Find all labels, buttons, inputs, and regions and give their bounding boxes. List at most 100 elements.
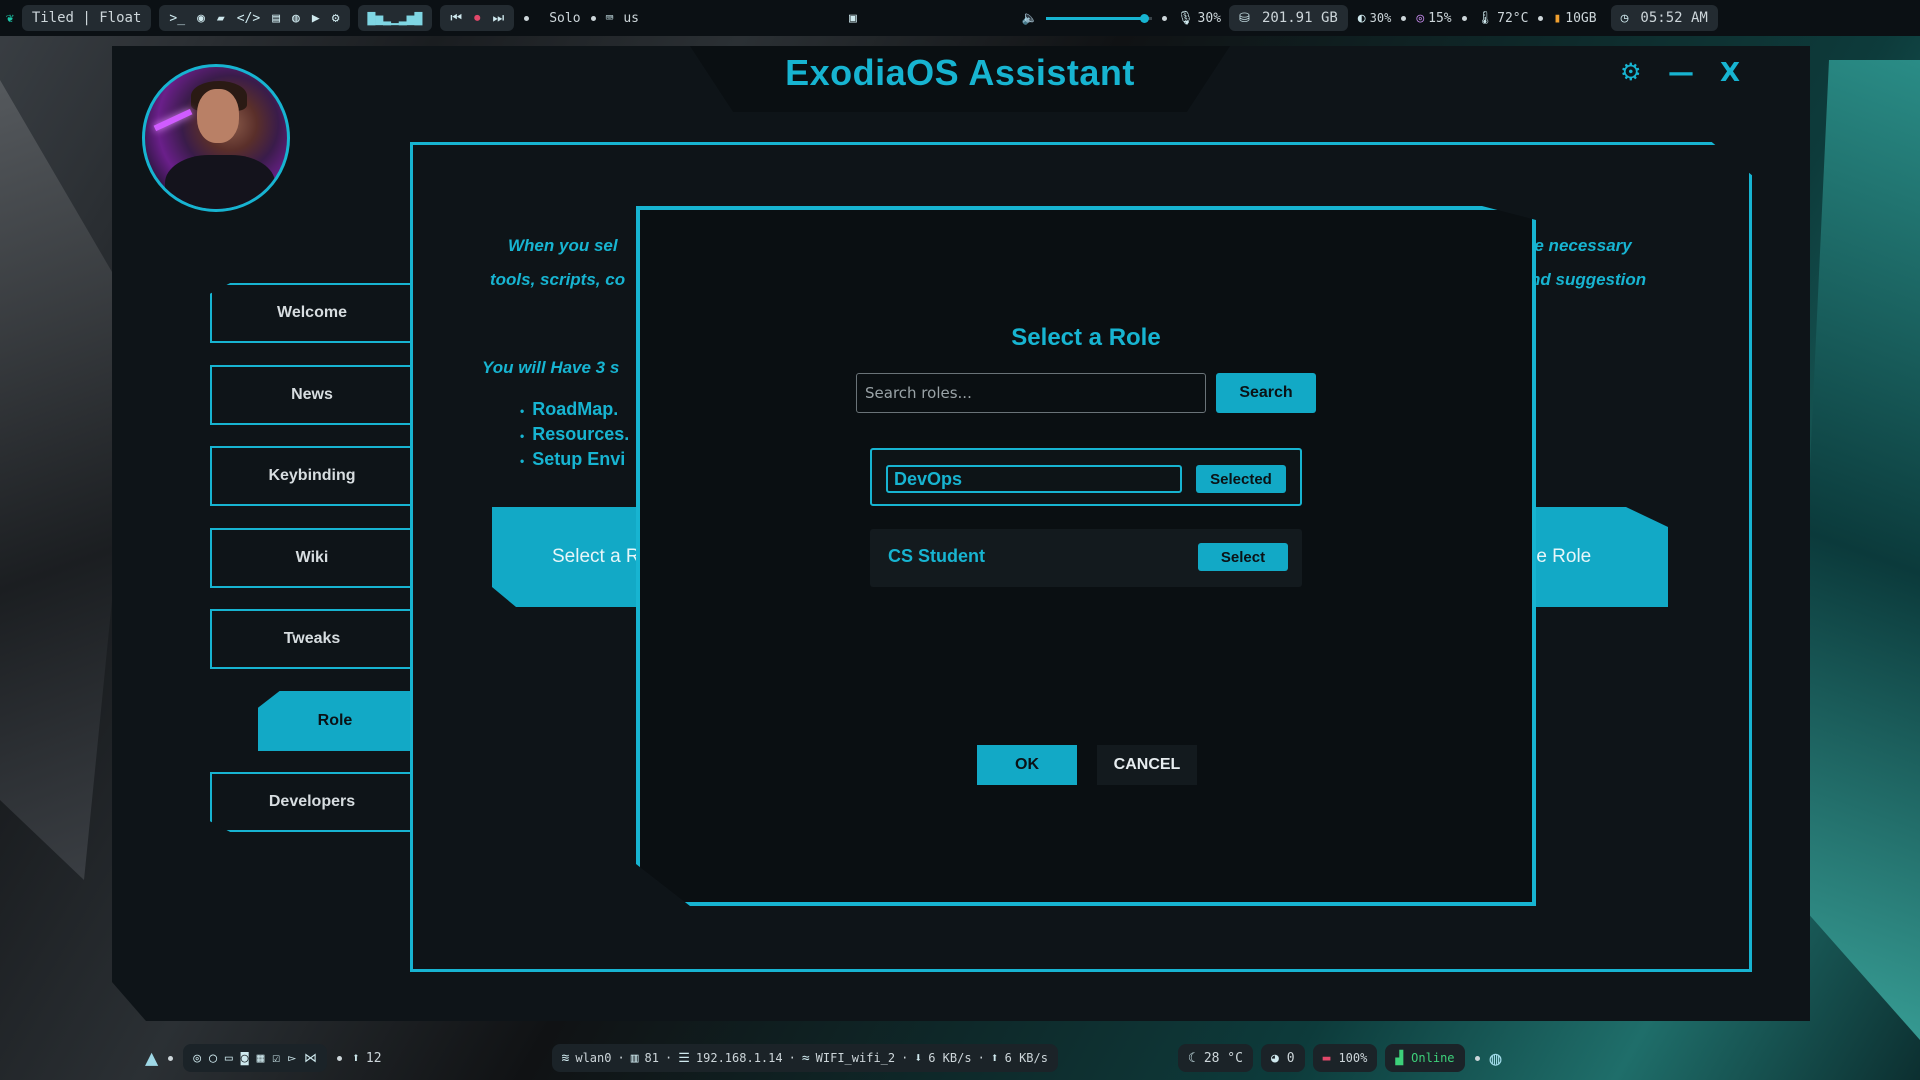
nav-label: Role [317, 712, 353, 729]
volume-slider-fill [1046, 16, 1144, 20]
layout-toggle[interactable]: Tiled | Float [21, 5, 152, 31]
palette-icon[interactable]: ◍ [1490, 1046, 1502, 1070]
weather-value: 28 °C [1203, 1050, 1243, 1066]
wifi-icon: ≋ [561, 1050, 570, 1066]
github-widget[interactable]: ◕ 0 [1260, 1044, 1305, 1072]
nav-label: News [291, 386, 333, 403]
nav-item-welcome[interactable]: Welcome [210, 283, 412, 343]
terminal-icon[interactable]: ▻ [288, 1051, 296, 1066]
have-text: You will Have 3 s [482, 358, 620, 377]
chrome-icon[interactable]: ◎ [193, 1051, 201, 1066]
code-icon[interactable]: </> [237, 11, 260, 26]
role-item-cs-student[interactable]: CS Student Select [870, 529, 1302, 587]
nav-item-keybinding[interactable]: Keybinding [210, 446, 412, 506]
intro-text-line2-right: nd suggestion [1530, 270, 1647, 289]
chat-icon[interactable]: ◍ [292, 11, 300, 26]
window-title: ExodiaOS Assistant [785, 52, 1135, 93]
book-icon[interactable]: ▤ [272, 11, 280, 26]
minimize-button[interactable]: — [1668, 58, 1694, 88]
github-icon: ◕ [1270, 1050, 1279, 1066]
arch-logo-icon[interactable]: ▲ [145, 1046, 158, 1071]
close-button[interactable]: X [1720, 58, 1740, 88]
nav-item-developers[interactable]: Developers [210, 772, 412, 832]
separator-dot [524, 15, 530, 21]
speaker-icon[interactable]: 🔈 [1022, 11, 1038, 26]
network-icon: ☰ [678, 1050, 690, 1066]
nav-item-news[interactable]: News [210, 365, 412, 425]
nav-item-role[interactable]: Role [258, 691, 412, 751]
terminal-icon[interactable]: >_ [169, 11, 185, 26]
whatsapp-icon[interactable]: ◯ [209, 1051, 217, 1066]
app-launcher-group: >_ ◉ ▰ </> ▤ ◍ ▶ ⚙ [159, 5, 350, 31]
keyboard-layout[interactable]: us [623, 11, 639, 26]
nav-item-wiki[interactable]: Wiki [210, 528, 412, 588]
download-speed: 6 KB/s [928, 1051, 972, 1065]
search-button[interactable]: Search [1216, 373, 1316, 413]
folder-icon[interactable]: ▰ [217, 11, 225, 26]
signal-icon: ▥ [630, 1050, 639, 1066]
role-item-devops[interactable]: DevOps Selected [870, 448, 1302, 506]
nav-label: Wiki [295, 549, 329, 566]
previous-icon[interactable]: ⏮ [450, 11, 462, 26]
vscode-icon[interactable]: ⋈ [304, 1051, 317, 1066]
status-value: Online [1411, 1051, 1455, 1065]
network-widget: ≋ wlan0 · ▥ 81 · ☰ 192.168.1.14 · ≈ WIFI_wi… [551, 1044, 1058, 1072]
next-icon[interactable]: ⏭ [493, 11, 505, 26]
microphone-icon[interactable]: 🎙 [1177, 11, 1194, 26]
leaf-icon[interactable]: ❦ [6, 11, 14, 26]
laptop-icon[interactable]: ▭ [225, 1051, 233, 1066]
avatar-neon [153, 108, 193, 132]
cpu-value: 15% [1428, 10, 1452, 26]
role-search-input[interactable] [856, 373, 1206, 413]
keyboard-icon: ⌨ [605, 10, 614, 26]
nav-label: Tweaks [283, 630, 341, 647]
nav-item-tweaks[interactable]: Tweaks [210, 609, 412, 669]
explore-role-label: re Role [1530, 546, 1592, 567]
cancel-button[interactable]: CANCEL [1097, 745, 1197, 785]
brightness-value: 30% [1369, 11, 1392, 25]
separator-dot [590, 15, 596, 21]
status-widget: ▟ Online [1385, 1044, 1465, 1072]
upload-speed: 6 KB/s [1004, 1051, 1048, 1065]
memory-icon: ▮ [1553, 10, 1562, 26]
ssid-icon: ≈ [801, 1050, 810, 1066]
record-icon[interactable]: ⏺ [474, 11, 481, 26]
role-selected-button[interactable]: Selected [1196, 465, 1286, 493]
discord-icon[interactable]: ◙ [241, 1051, 249, 1066]
temp-value: 72°C [1497, 10, 1529, 26]
ip-address: 192.168.1.14 [695, 1051, 783, 1065]
volume-slider-handle[interactable] [1139, 13, 1149, 23]
updates-icon[interactable]: ⬆ [352, 1051, 360, 1066]
intro-text-line2-left: tools, scripts, co [490, 270, 626, 289]
brightness-icon: ◐ [1357, 10, 1366, 26]
gear-icon[interactable]: ⚙ [332, 11, 340, 26]
tray-icon[interactable]: ▣ [849, 11, 857, 26]
bullet-item: Setup Envi [520, 448, 629, 473]
select-role-label: Select a R [552, 546, 640, 567]
youtube-icon[interactable]: ▶ [312, 11, 320, 26]
cpu-icon: ◎ [1416, 10, 1425, 26]
moon-icon: ☾ [1187, 1050, 1196, 1066]
memory-value: 10GB [1565, 10, 1597, 26]
check-icon[interactable]: ☑ [272, 1051, 280, 1066]
nav-label: Developers [268, 793, 356, 810]
gear-icon[interactable]: ⚙ [1620, 58, 1642, 86]
firefox-icon[interactable]: ◉ [197, 11, 205, 26]
role-select-button[interactable]: Select [1198, 543, 1288, 571]
volume-slider[interactable] [1046, 13, 1153, 23]
mic-volume: 30% [1197, 10, 1222, 26]
battery-value: 100% [1338, 1051, 1368, 1065]
clock-widget[interactable]: ◷ 05:52 AM [1610, 5, 1718, 31]
bottom-bar: ▲ ◎ ◯ ▭ ◙ ▦ ☑ ▻ ⋈ ⬆ 12 ≋ wlan0 · ▥ 81 · ☰ … [145, 1040, 1775, 1076]
battery-widget: ▬ 100% [1312, 1044, 1378, 1072]
notes-icon[interactable]: ▦ [257, 1051, 265, 1066]
intro-text-line1-right: he necessary [1524, 236, 1632, 255]
separator-dot [1401, 15, 1407, 21]
ok-button[interactable]: OK [977, 745, 1077, 785]
disk-icon: ⛁ [1239, 10, 1250, 26]
avatar-face [197, 89, 239, 143]
signal-bars-icon: ▟ [1395, 1050, 1404, 1066]
clock-icon: ◷ [1620, 10, 1629, 26]
layout-label: Tiled | Float [31, 10, 142, 26]
role-name: CS Student [888, 546, 985, 566]
